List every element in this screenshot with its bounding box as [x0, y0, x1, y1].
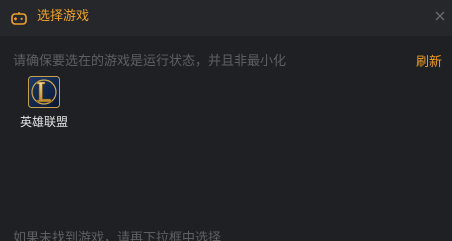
dialog-titlebar: 选择游戏 — [0, 0, 452, 36]
refresh-button[interactable]: 刷新 — [416, 54, 442, 72]
close-icon — [435, 11, 445, 21]
game-label: 英雄联盟 — [19, 115, 68, 129]
league-of-legends-icon — [28, 76, 60, 108]
gamepad-icon — [11, 10, 27, 25]
running-hint-text: 请确保要选在的游戏是运行状态，并且非最小化 — [13, 54, 287, 69]
dialog-title: 选择游戏 — [37, 9, 90, 24]
game-item-league-of-legends[interactable]: 英雄联盟 — [14, 73, 74, 133]
close-button[interactable] — [430, 6, 450, 26]
not-found-hint-text: 如果未找到游戏，请再下拉框中选择 — [13, 231, 222, 241]
select-game-dialog: 选择游戏 请确保要选在的游戏是运行状态，并且非最小化 刷新 英雄联盟 如果未找到… — [0, 0, 452, 241]
